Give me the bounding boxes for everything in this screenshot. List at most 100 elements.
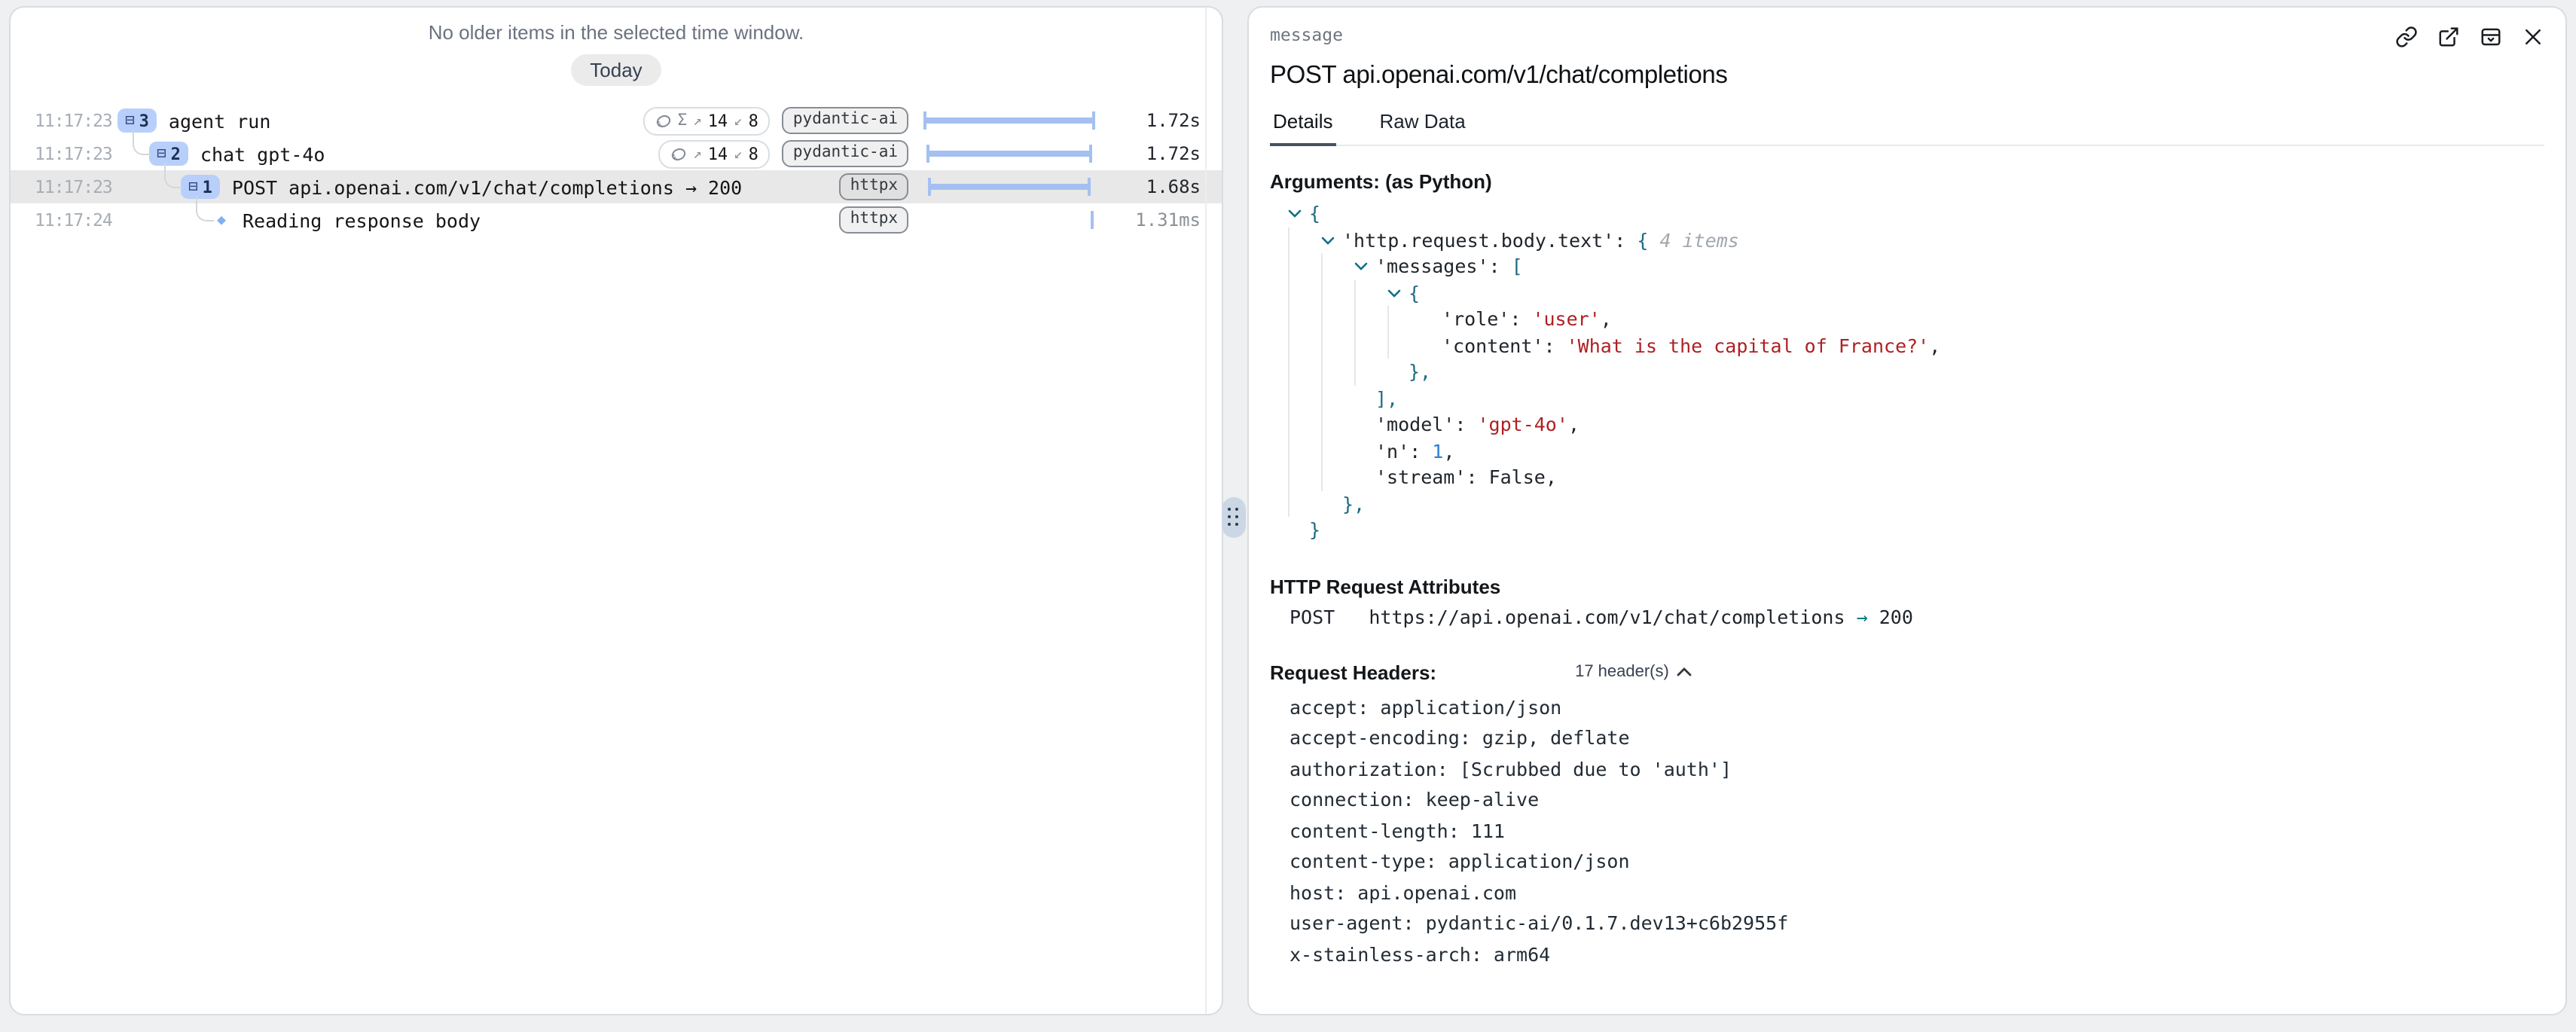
indent-guide (1288, 227, 1321, 253)
collapse-icon: ⊟ (125, 111, 135, 130)
span-title: POST api.openai.com/v1/chat/completions (1270, 62, 2544, 90)
collapse-chevron-icon[interactable] (1288, 209, 1309, 219)
http-method: POST (1290, 605, 1335, 627)
http-request-line: POST https://api.openai.com/v1/chat/comp… (1270, 605, 2544, 627)
code-token: 'What is the capital of France?' (1567, 334, 1930, 357)
scope-tag[interactable]: pydantic-ai (783, 140, 908, 167)
row-duration: 1.72s (1119, 143, 1201, 164)
row-duration: 1.31ms (1119, 209, 1201, 231)
detail-header: message POST api.openai.com/v1/chat/comp… (1249, 8, 2565, 90)
row-duration: 1.68s (1119, 176, 1201, 197)
scope-tag[interactable]: httpx (840, 206, 908, 234)
code-token: 'stream' (1375, 466, 1466, 489)
row-timestamp: 11:17:24 (35, 209, 110, 231)
row-label: agent run (169, 109, 270, 132)
code-token: : (1614, 229, 1637, 252)
http-attrs-heading: HTTP Request Attributes (1270, 575, 2544, 597)
indent-guide (1354, 359, 1387, 385)
collapse-chevron-icon[interactable] (1387, 288, 1409, 298)
close-icon[interactable] (2522, 26, 2544, 48)
row-timestamp: 11:17:23 (35, 143, 110, 164)
indent-guide (1288, 306, 1321, 332)
request-header-line: content-length: 111 (1270, 816, 2544, 847)
code-token: 1 (1432, 440, 1443, 463)
tree-connector (133, 130, 151, 155)
collapse-icon: ⊟ (157, 145, 166, 163)
code-token: 'role' (1442, 308, 1509, 331)
code-token: 'n' (1375, 440, 1409, 463)
request-header-line: accept-encoding: gzip, deflate (1270, 723, 2544, 754)
span-bar-lane (923, 110, 1104, 131)
code-line: 'n': 1, (1270, 438, 2544, 464)
token-metrics-badge[interactable]: Σ↗14↙8 (643, 106, 771, 135)
scope-tag[interactable]: httpx (840, 173, 908, 200)
trace-row[interactable]: 11:17:23⊟2chat gpt-4o↗14↙8pydantic-ai1.7… (11, 137, 1222, 170)
tree-connector (164, 163, 182, 188)
span-bar-lane (923, 176, 1104, 197)
span-bar-cap (923, 111, 926, 130)
collapse-count: 1 (203, 177, 212, 197)
received-count: 8 (749, 144, 758, 163)
arrow-icon: → (1857, 605, 1868, 627)
tab-raw-data[interactable]: Raw Data (1377, 110, 1469, 145)
collapse-chevron-icon[interactable] (1354, 261, 1375, 272)
request-header-line: connection: keep-alive (1270, 785, 2544, 816)
code-token: 'http.request.body.text' (1342, 229, 1614, 252)
open-in-new-icon[interactable] (2437, 26, 2460, 48)
tab-details[interactable]: Details (1270, 110, 1336, 146)
trace-row[interactable]: 11:17:24 ◆ Reading response body httpx 1.31m… (11, 203, 1222, 237)
trace-rows: 11:17:23⊟3agent runΣ↗14↙8pydantic-ai1.72… (11, 104, 1222, 237)
code-line: 'content': 'What is the capital of Franc… (1270, 332, 2544, 359)
headers-count-toggle[interactable]: 17 header(s) (1575, 663, 1692, 681)
code-line: { (1270, 279, 2544, 306)
code-token: : (1509, 308, 1532, 331)
code-line: ], (1270, 385, 2544, 411)
detail-toolbar (2395, 26, 2544, 48)
indent-guide (1321, 359, 1354, 385)
detail-panel: message POST api.openai.com/v1/chat/comp… (1247, 6, 2567, 1015)
token-metrics-badge[interactable]: ↗14↙8 (658, 139, 771, 168)
indent-guide (1288, 279, 1321, 306)
span-bar-lane (923, 209, 1104, 231)
row-label: Reading response body (243, 209, 481, 231)
row-timestamp: 11:17:23 (35, 110, 110, 131)
code-token: , (1929, 334, 1940, 357)
http-status: 200 (1879, 605, 1913, 627)
trace-row[interactable]: 11:17:23⊟3agent runΣ↗14↙8pydantic-ai1.72… (11, 104, 1222, 137)
arguments-heading: Arguments: (as Python) (1270, 170, 2544, 193)
indent-guide (1288, 385, 1321, 411)
span-bar (926, 151, 1092, 157)
link-icon[interactable] (2395, 26, 2418, 48)
code-line: 'model': 'gpt-4o', (1270, 411, 2544, 438)
sent-arrow-icon: ↗ (693, 112, 701, 129)
span-bar-cap (1089, 145, 1092, 163)
dock-bottom-icon[interactable] (2480, 26, 2502, 48)
request-header-line: authorization: [Scrubbed due to 'auth'] (1270, 754, 2544, 785)
span-bar-cap (926, 145, 929, 163)
leaf-diamond-icon: ◆ (212, 212, 230, 228)
code-line: } (1270, 517, 2544, 543)
collapse-count: 3 (139, 111, 149, 130)
scope-tag[interactable]: pydantic-ai (783, 107, 908, 134)
collapse-chevron-icon[interactable] (1321, 235, 1342, 246)
indent-guide (1321, 253, 1354, 279)
span-bar-cap (1088, 178, 1091, 196)
code-token: : (1466, 466, 1488, 489)
request-header-line: host: api.openai.com (1270, 878, 2544, 908)
indent-guide (1321, 385, 1354, 411)
indent-guide (1387, 332, 1421, 359)
request-header-line: user-agent: pydantic-ai/0.1.7.dev13+c6b2… (1270, 908, 2544, 939)
trace-timeline-panel: No older items in the selected time wind… (9, 6, 1223, 1015)
span-kind-label: message (1270, 24, 2544, 45)
row-label: POST api.openai.com/v1/chat/completions … (232, 176, 742, 198)
today-button[interactable]: Today (570, 54, 661, 86)
span-bar-cap (928, 178, 931, 196)
code-line: 'stream': False, (1270, 464, 2544, 490)
trace-row[interactable]: 11:17:23⊟1POST api.openai.com/v1/chat/co… (11, 170, 1222, 203)
code-line: 'role': 'user', (1270, 306, 2544, 332)
code-token: }, (1342, 493, 1365, 515)
indent-guide (1288, 464, 1321, 490)
code-line: }, (1270, 490, 2544, 517)
code-token: ], (1375, 387, 1398, 410)
panel-resize-handle[interactable] (1222, 497, 1246, 538)
